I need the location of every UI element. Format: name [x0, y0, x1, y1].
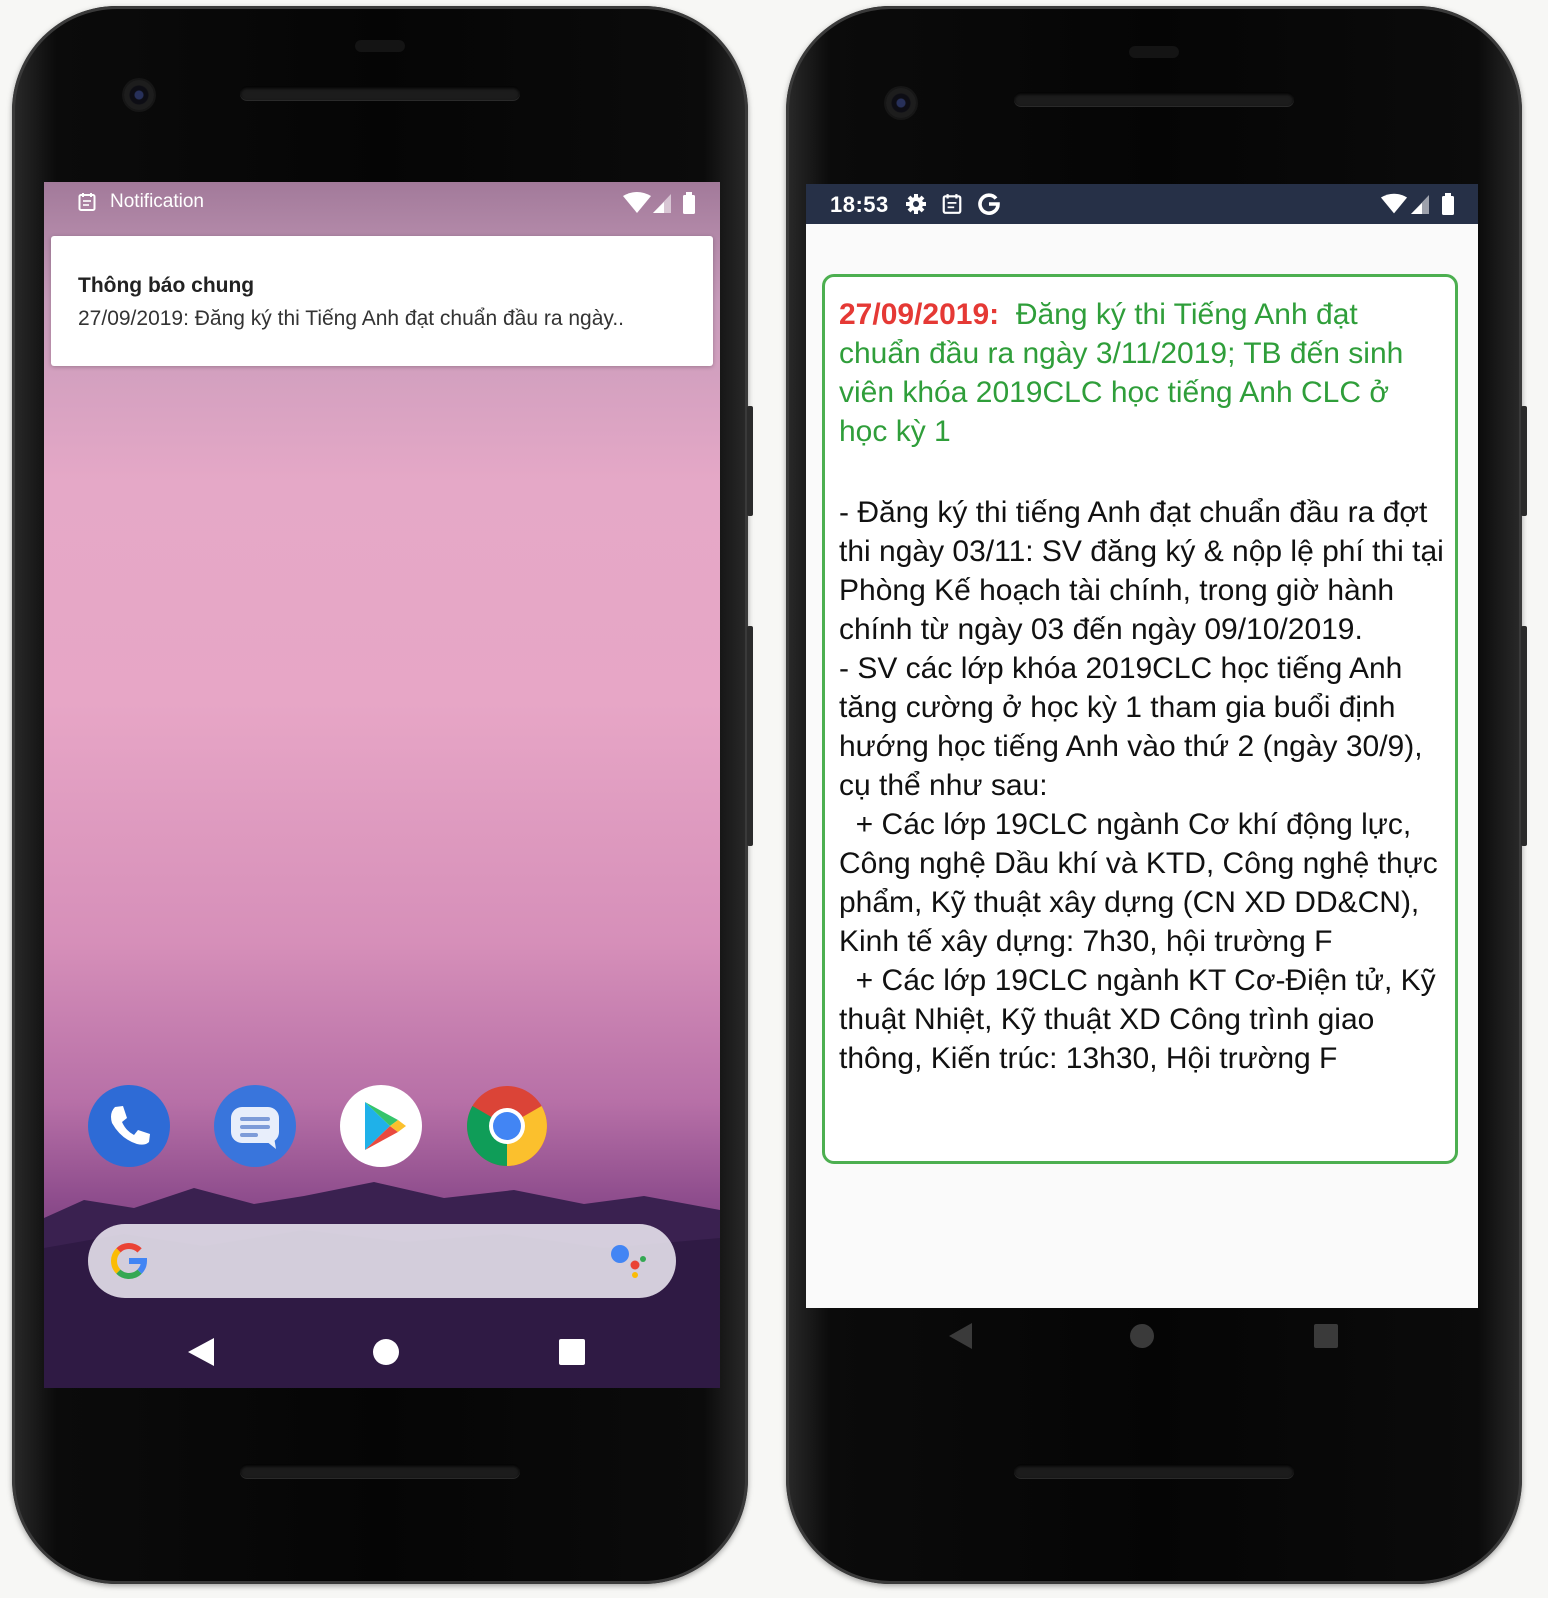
earpiece-speaker — [1014, 92, 1294, 106]
back-icon[interactable] — [180, 1332, 220, 1372]
announcement-card: 27/09/2019: Đăng ký thi Tiếng Anh đạt ch… — [822, 274, 1458, 1164]
power-button — [1521, 406, 1527, 516]
play-store-app-icon[interactable] — [340, 1085, 422, 1167]
wifi-icon — [1380, 193, 1408, 214]
google-assistant-icon — [611, 1245, 646, 1278]
home-icon[interactable] — [366, 1332, 406, 1372]
status-bar: 18:53 — [806, 184, 1478, 224]
bottom-speaker — [240, 1464, 520, 1478]
signal-icon — [1411, 195, 1429, 214]
front-camera — [124, 80, 154, 110]
google-search-bar[interactable] — [88, 1224, 676, 1298]
battery-icon — [683, 192, 695, 214]
announcement-date: 27/09/2019: — [839, 298, 1000, 331]
recents-icon[interactable] — [1306, 1316, 1346, 1356]
top-slot — [1129, 46, 1179, 58]
battery-icon — [1442, 193, 1454, 215]
earpiece-speaker — [240, 86, 520, 100]
notification-text: 27/09/2019: Đăng ký thi Tiếng Anh đạt ch… — [78, 307, 625, 330]
signal-icon — [653, 194, 671, 213]
announcement-headline-block: 27/09/2019: Đăng ký thi Tiếng Anh đạt ch… — [839, 295, 1439, 451]
home-screen: Notification Thông báo chung 27/09/2019:… — [44, 182, 720, 1388]
phone-icon — [111, 1106, 150, 1145]
notification-title: Thông báo chung — [78, 274, 255, 297]
status-bar: Notification — [44, 182, 720, 224]
home-icon[interactable] — [1122, 1316, 1162, 1356]
messages-icon — [231, 1107, 279, 1149]
volume-button — [1521, 626, 1527, 846]
calendar-icon — [78, 193, 96, 211]
phone-app-icon[interactable] — [88, 1085, 170, 1167]
bottom-speaker — [1014, 1464, 1294, 1478]
google-g-icon — [110, 1243, 148, 1279]
chrome-app-icon[interactable] — [466, 1085, 548, 1167]
right-phone-frame: 18:53 27/09/2019: Đăng ký thi Tiếng Anh … — [786, 6, 1527, 1584]
notification-card[interactable]: Thông báo chung 27/09/2019: Đăng ký thi … — [51, 236, 713, 366]
google-g-icon — [978, 193, 1000, 215]
chrome-icon — [467, 1086, 547, 1166]
top-slot — [355, 40, 405, 52]
wifi-icon — [623, 192, 651, 213]
gear-icon — [906, 194, 926, 214]
back-icon[interactable] — [940, 1316, 980, 1356]
play-store-icon — [365, 1102, 406, 1150]
volume-button — [747, 626, 753, 846]
power-button — [747, 406, 753, 516]
calendar-icon — [942, 194, 962, 214]
front-camera — [886, 88, 916, 118]
recents-icon[interactable] — [552, 1332, 592, 1372]
status-time: 18:53 — [830, 192, 889, 217]
messages-app-icon[interactable] — [214, 1085, 296, 1167]
notification-app-name: Notification — [110, 191, 204, 212]
announcement-body: - Đăng ký thi tiếng Anh đạt chuẩn đầu ra… — [839, 496, 1444, 1075]
app-screen: 18:53 27/09/2019: Đăng ký thi Tiếng Anh … — [806, 184, 1478, 1308]
left-phone-frame: Notification Thông báo chung 27/09/2019:… — [12, 6, 753, 1584]
